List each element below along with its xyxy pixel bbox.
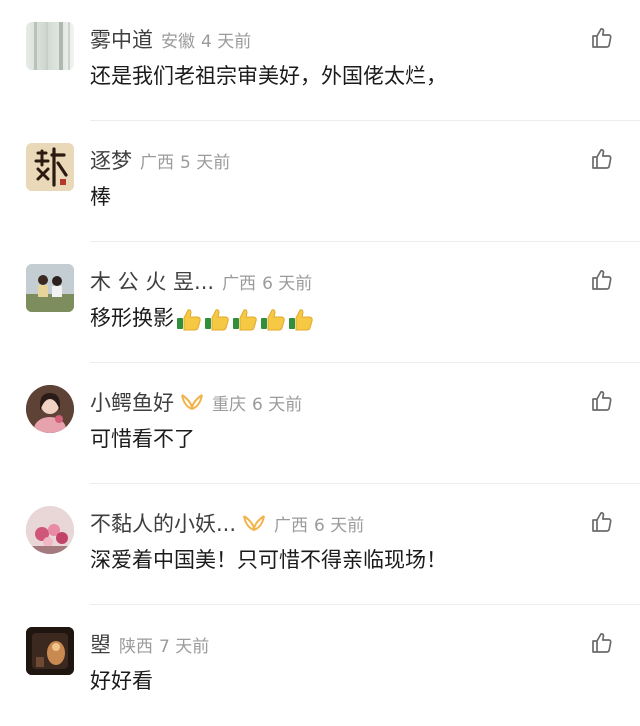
comment-item: 逐梦 广西 5 天前 棒 [0,121,640,242]
comment-text: 可惜看不了 [90,427,195,451]
username[interactable]: 逐梦 [90,145,132,175]
timestamp: 6 天前 [252,394,303,415]
thumbs-up-outline-icon[interactable] [590,510,614,534]
thumbs-up-outline-icon[interactable] [590,147,614,171]
location: 陕西 [119,636,153,657]
location: 安徽 [161,31,195,52]
comment-meta: 小鳄鱼好 重庆 6 天前 [90,387,302,417]
thumbs-up-outline-icon[interactable] [590,26,614,50]
username[interactable]: 雾中道 [90,24,153,54]
thumbs-up-emoji-icon [233,309,257,331]
username[interactable]: 小鳄鱼好 [90,387,174,417]
comment-list: 雾中道 安徽 4 天前 还是我们老祖宗审美好，外国佬太烂， 逐梦 广西 5 天前… [0,0,640,726]
girl-portrait-icon [26,385,74,433]
two-people-icon [26,264,74,312]
emoji-row [176,307,316,331]
avatar[interactable] [26,385,74,433]
timestamp: 4 天前 [201,31,252,52]
comment-meta: 木 公 火 昱... 广西 6 天前 [90,266,312,296]
vip-badge-icon [180,392,204,412]
comment-item: 曌 陕西 7 天前 好好看 [0,605,640,726]
comment-item: 小鳄鱼好 重庆 6 天前 可惜看不了 [0,363,640,484]
comment-item: 木 公 火 昱... 广西 6 天前 移形换影 [0,242,640,363]
comment-text: 棒 [90,185,111,209]
thumbs-up-outline-icon[interactable] [590,389,614,413]
avatar[interactable] [26,627,74,675]
comment-text: 深爱着中国美！只可惜不得亲临现场！ [90,548,447,572]
location: 广西 [274,515,309,536]
location: 重庆 [212,394,246,415]
username[interactable]: 木 公 火 昱... [90,266,214,296]
comment-meta: 不黏人的小妖... 广西 6 天前 [90,508,364,538]
dark-figure-icon [26,627,74,675]
avatar[interactable] [26,506,74,554]
misty-trees-icon [34,22,70,70]
thumbs-up-emoji-icon [261,309,285,331]
timestamp: 5 天前 [180,152,231,173]
thumbs-up-outline-icon[interactable] [590,631,614,655]
thumbs-up-emoji-icon [205,309,229,331]
comment-text: 还是我们老祖宗审美好，外国佬太烂， [90,64,447,88]
comment-text: 好好看 [90,669,153,693]
flowers-icon [26,506,74,554]
calligraphy-icon [26,143,74,191]
location: 广西 [140,152,174,173]
timestamp: 6 天前 [262,273,313,294]
comment-meta: 雾中道 安徽 4 天前 [90,24,251,54]
avatar[interactable] [26,22,74,70]
location: 广西 [222,273,257,294]
timestamp: 6 天前 [314,515,365,536]
timestamp: 7 天前 [159,636,210,657]
comment-text: 移形换影 [90,302,316,332]
comment-text-body: 移形换影 [90,306,174,330]
thumbs-up-emoji-icon [177,309,201,331]
avatar[interactable] [26,143,74,191]
comment-item: 雾中道 安徽 4 天前 还是我们老祖宗审美好，外国佬太烂， [0,0,640,121]
username[interactable]: 不黏人的小妖... [90,508,236,538]
comment-item: 不黏人的小妖... 广西 6 天前 深爱着中国美！只可惜不得亲临现场！ [0,484,640,605]
thumbs-up-outline-icon[interactable] [590,268,614,292]
vip-badge-icon [242,513,266,533]
thumbs-up-emoji-icon [289,309,313,331]
avatar[interactable] [26,264,74,312]
comment-meta: 曌 陕西 7 天前 [90,629,209,659]
comment-meta: 逐梦 广西 5 天前 [90,145,230,175]
username[interactable]: 曌 [90,629,111,659]
